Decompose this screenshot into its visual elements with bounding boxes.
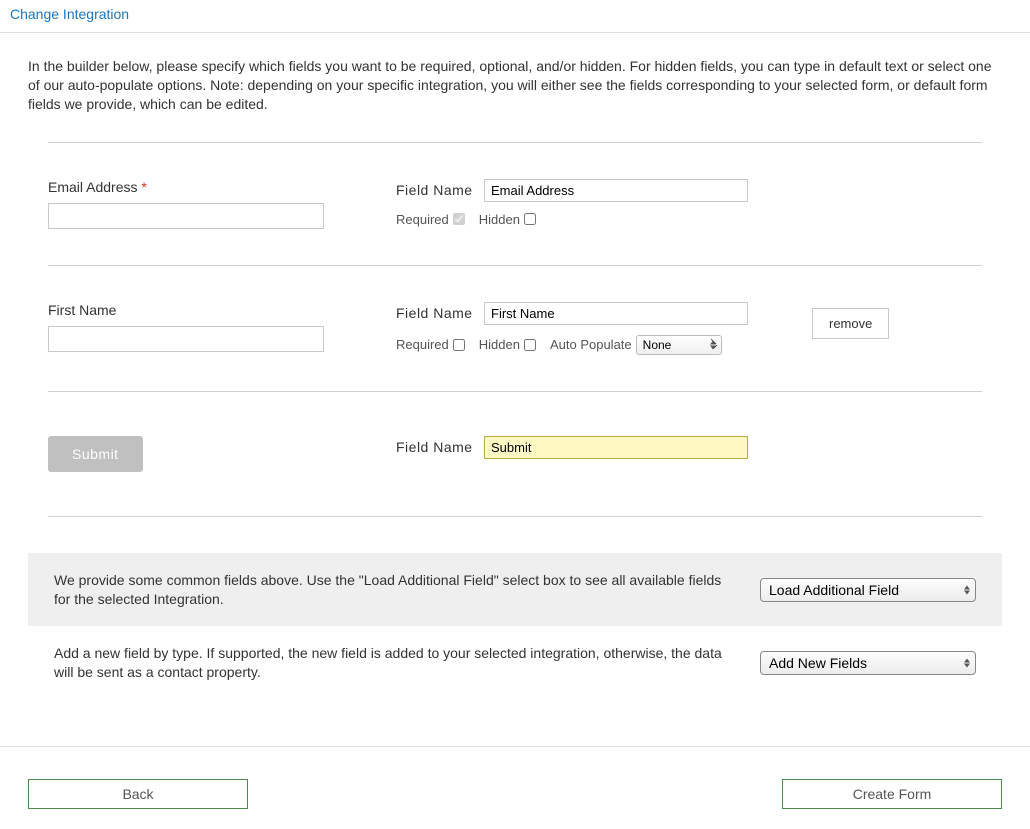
firstname-required-checkbox[interactable] (453, 339, 465, 351)
required-label: Required (396, 337, 449, 352)
auto-populate-select[interactable]: None (636, 335, 722, 355)
required-label: Required (396, 212, 449, 227)
remove-button[interactable]: remove (812, 308, 889, 339)
field-preview-email: Email Address * (48, 179, 376, 229)
field-label-email: Email Address * (48, 179, 376, 195)
load-additional-text: We provide some common fields above. Use… (54, 571, 740, 609)
field-name-label: Field Name (396, 182, 474, 198)
firstname-preview-input[interactable] (48, 326, 324, 352)
create-form-button[interactable]: Create Form (782, 779, 1002, 809)
field-config-firstname: Field Name Required Hidden Auto Populate (396, 302, 792, 355)
firstname-field-name-input[interactable] (484, 302, 748, 325)
hidden-label: Hidden (479, 212, 520, 227)
email-preview-input[interactable] (48, 203, 324, 229)
form-builder: Email Address * Field Name Required Hidd (28, 142, 1002, 517)
field-preview-submit: Submit (48, 436, 376, 472)
top-bar: Change Integration (0, 0, 1030, 33)
email-field-name-input[interactable] (484, 179, 748, 202)
field-name-label: Field Name (396, 439, 474, 455)
submit-field-name-input[interactable] (484, 436, 748, 459)
field-label-text: Email Address (48, 179, 137, 195)
add-new-row: Add a new field by type. If supported, t… (28, 626, 1002, 700)
field-config-email: Field Name Required Hidden (396, 179, 792, 227)
email-required-checkbox[interactable] (453, 213, 465, 225)
auto-populate-label: Auto Populate (550, 337, 632, 352)
change-integration-link[interactable]: Change Integration (10, 6, 129, 22)
field-preview-firstname: First Name (48, 302, 376, 352)
field-label-firstname: First Name (48, 302, 376, 318)
back-button[interactable]: Back (28, 779, 248, 809)
hidden-label: Hidden (479, 337, 520, 352)
field-block-email: Email Address * Field Name Required Hidd (48, 143, 982, 265)
content-area: In the builder below, please specify whi… (0, 33, 1030, 724)
required-star-icon: * (141, 179, 146, 195)
submit-preview-button: Submit (48, 436, 143, 472)
intro-text: In the builder below, please specify whi… (28, 57, 1002, 114)
field-config-submit: Field Name (396, 436, 792, 459)
load-additional-select[interactable]: Load Additional Field (760, 578, 976, 602)
field-block-submit: Submit Field Name (48, 392, 982, 516)
add-new-select[interactable]: Add New Fields (760, 651, 976, 675)
firstname-hidden-checkbox[interactable] (524, 339, 536, 351)
field-block-firstname: First Name Field Name Required Hidden (48, 266, 982, 391)
field-name-label: Field Name (396, 305, 474, 321)
load-additional-row: We provide some common fields above. Use… (28, 553, 1002, 627)
add-new-text: Add a new field by type. If supported, t… (54, 644, 740, 682)
email-hidden-checkbox[interactable] (524, 213, 536, 225)
